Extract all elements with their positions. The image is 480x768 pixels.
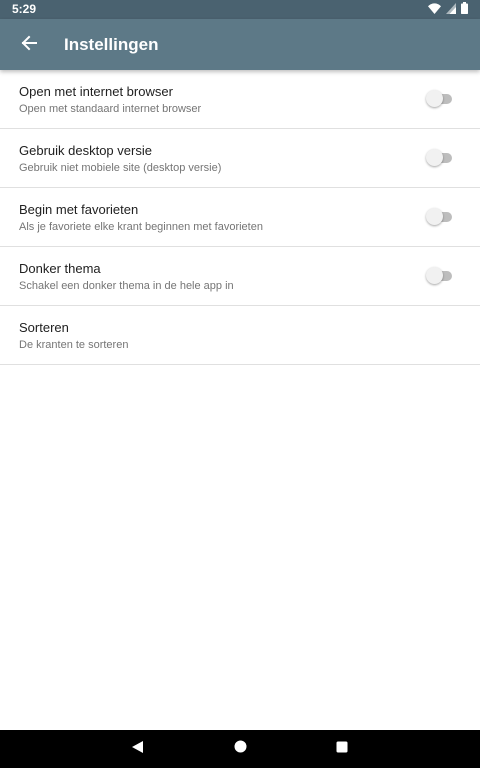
back-triangle-icon	[131, 740, 144, 759]
wifi-icon	[428, 1, 441, 19]
toggle-thumb	[426, 90, 443, 107]
nav-back-button[interactable]	[124, 736, 150, 762]
toggle-thumb	[426, 149, 443, 166]
page-title: Instellingen	[64, 35, 159, 54]
battery-icon	[461, 1, 468, 19]
arrow-back-icon	[21, 35, 37, 56]
nav-recents-button[interactable]	[329, 736, 355, 762]
setting-title: Begin met favorieten	[19, 202, 139, 217]
setting-open-browser[interactable]: Open met internet browser Open met stand…	[0, 70, 480, 129]
status-time: 5:29	[12, 2, 37, 16]
setting-desktop-version[interactable]: Gebruik desktop versie Gebruik niet mobi…	[0, 129, 480, 188]
nav-home-button[interactable]	[227, 736, 253, 762]
settings-list: Open met internet browser Open met stand…	[0, 70, 480, 365]
setting-dark-theme[interactable]: Donker thema Schakel een donker thema in…	[0, 247, 480, 306]
toggle-thumb	[426, 208, 443, 225]
desktop-version-toggle[interactable]	[426, 149, 454, 167]
back-button[interactable]	[14, 30, 44, 60]
setting-summary: Schakel een donker thema in de hele app …	[19, 280, 234, 292]
open-browser-toggle[interactable]	[426, 90, 454, 108]
setting-title: Donker thema	[19, 261, 101, 276]
setting-title: Sorteren	[19, 320, 69, 335]
status-icons	[428, 1, 468, 19]
setting-title: Open met internet browser	[19, 84, 173, 99]
start-favorites-toggle[interactable]	[426, 208, 454, 226]
setting-start-favorites[interactable]: Begin met favorieten Als je favoriete el…	[0, 188, 480, 247]
recents-square-icon	[336, 740, 348, 758]
signal-icon	[446, 1, 456, 19]
setting-summary: De kranten te sorteren	[19, 339, 129, 351]
setting-summary: Open met standaard internet browser	[19, 103, 202, 115]
home-circle-icon	[234, 740, 247, 758]
dark-theme-toggle[interactable]	[426, 267, 454, 285]
toggle-thumb	[426, 267, 443, 284]
status-bar: 5:29	[0, 0, 480, 19]
setting-summary: Gebruik niet mobiele site (desktop versi…	[19, 162, 222, 174]
navigation-bar	[0, 730, 480, 768]
app-bar: Instellingen	[0, 19, 480, 70]
setting-sort[interactable]: Sorteren De kranten te sorteren	[0, 306, 480, 365]
setting-title: Gebruik desktop versie	[19, 143, 152, 158]
setting-summary: Als je favoriete elke krant beginnen met…	[19, 221, 263, 233]
